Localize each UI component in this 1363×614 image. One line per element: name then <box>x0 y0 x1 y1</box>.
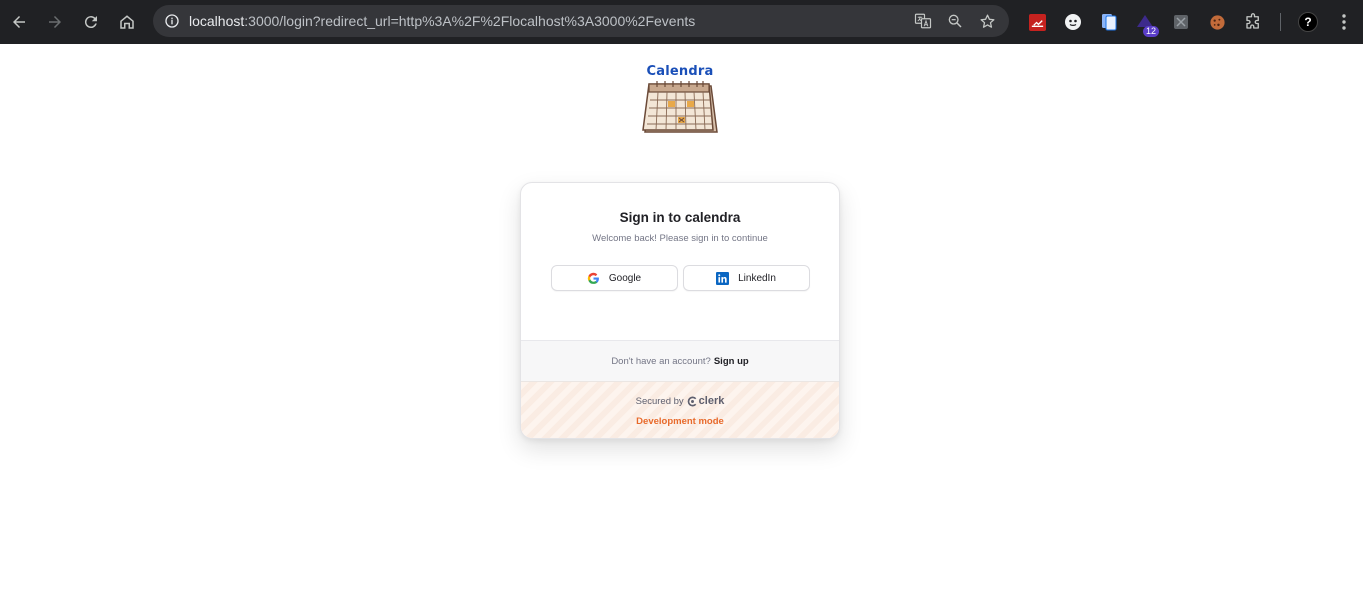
address-bar[interactable]: localhost:3000/login?redirect_url=http%3… <box>153 5 1009 37</box>
app-logo: Calendra <box>638 62 722 138</box>
signup-prompt: Don't have an account? <box>611 355 711 367</box>
clerk-icon <box>687 396 696 406</box>
extension-docs-icon[interactable] <box>1091 4 1127 40</box>
forward-button[interactable] <box>37 4 73 40</box>
logo-text: Calendra <box>646 64 714 79</box>
home-icon <box>120 15 134 29</box>
browser-menu-icon[interactable] <box>1326 4 1362 40</box>
linkedin-icon <box>716 271 730 285</box>
extensions-puzzle-icon[interactable] <box>1235 4 1271 40</box>
extension-puzzle-grey-icon[interactable] <box>1163 4 1199 40</box>
development-mode-label: Development mode <box>636 416 724 427</box>
google-signin-button[interactable]: Google <box>550 265 678 291</box>
back-button[interactable] <box>1 4 37 40</box>
linkedin-label: LinkedIn <box>738 272 776 284</box>
reload-icon <box>84 16 97 29</box>
browser-toolbar: localhost:3000/login?redirect_url=http%3… <box>0 0 1363 44</box>
development-banner: Secured by clerk Development mode <box>521 381 839 438</box>
translate-icon[interactable] <box>909 7 937 35</box>
site-info-icon[interactable] <box>155 13 189 29</box>
sign-in-card: Sign in to calendra Welcome back! Please… <box>520 182 840 439</box>
secured-by: Secured by clerk <box>521 382 839 407</box>
home-button[interactable] <box>109 4 145 40</box>
extensions-area: 12 ? <box>1019 4 1362 40</box>
url-text: localhost:3000/login?redirect_url=http%3… <box>189 13 696 29</box>
zoom-icon[interactable] <box>941 7 969 35</box>
linkedin-signin-button[interactable]: LinkedIn <box>682 265 810 291</box>
google-icon <box>587 272 599 284</box>
extension-red-chart-icon[interactable] <box>1019 4 1055 40</box>
reload-button[interactable] <box>73 4 109 40</box>
calendar-illustration-icon <box>642 81 718 133</box>
arrow-left-icon <box>13 16 25 28</box>
extension-hat-icon[interactable]: 12 <box>1127 4 1163 40</box>
sign-in-subtitle: Welcome back! Please sign in to continue <box>592 233 768 244</box>
sign-in-title: Sign in to calendra <box>619 210 741 225</box>
google-label: Google <box>608 272 642 284</box>
extension-badge: 12 <box>1142 26 1159 37</box>
social-buttons: Google LinkedIn <box>521 265 839 291</box>
signup-footer: Don't have an account? Sign up <box>521 340 839 381</box>
arrow-right-icon <box>49 16 61 28</box>
signup-link[interactable]: Sign up <box>714 356 749 367</box>
clerk-logo[interactable]: clerk <box>687 395 724 407</box>
profile-avatar[interactable]: ? <box>1290 4 1326 40</box>
toolbar-separator <box>1280 13 1281 31</box>
bookmark-star-icon[interactable] <box>973 7 1001 35</box>
extension-face-icon[interactable] <box>1055 4 1091 40</box>
secured-by-label: Secured by <box>635 395 684 407</box>
extension-cookie-icon[interactable] <box>1199 4 1235 40</box>
